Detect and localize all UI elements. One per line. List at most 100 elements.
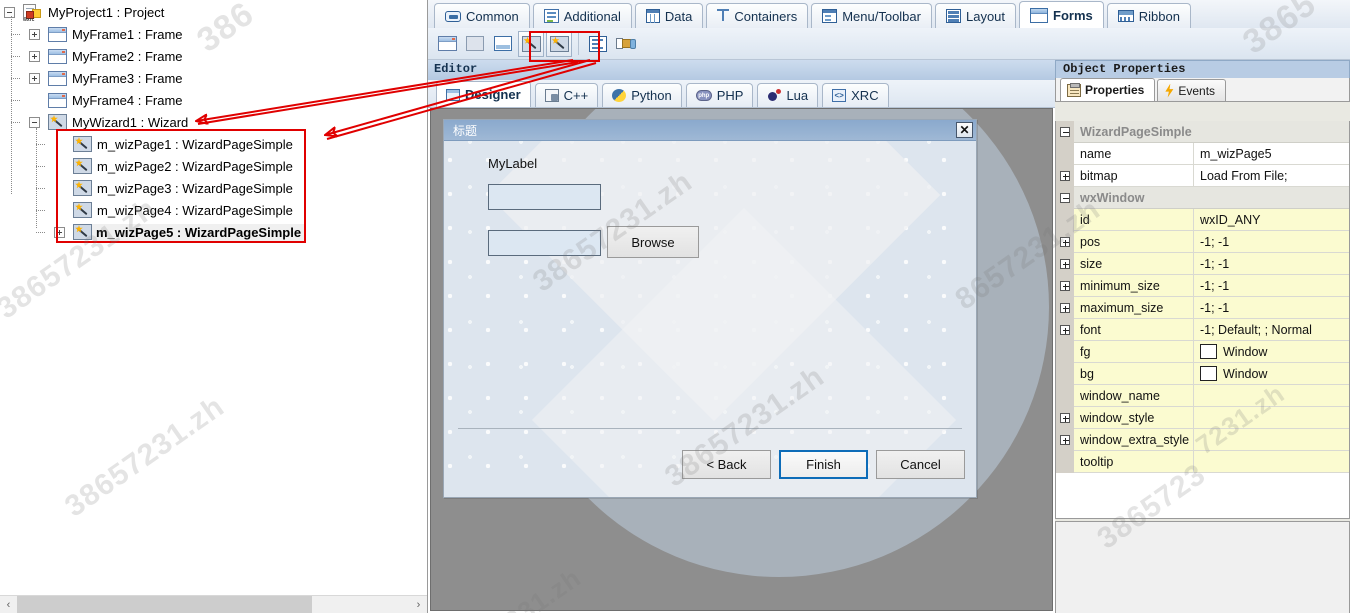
property-row[interactable]: id wxID_ANY xyxy=(1056,209,1349,231)
tree-item-m_wizpage2[interactable]: m_wizPage2 : WizardPageSimple xyxy=(54,155,293,177)
scrollbar-thumb[interactable] xyxy=(17,596,312,613)
property-value[interactable] xyxy=(1194,451,1349,473)
property-value[interactable] xyxy=(1194,407,1349,429)
collapse-icon[interactable] xyxy=(29,116,40,128)
property-value[interactable]: m_wizPage5 xyxy=(1194,143,1349,165)
property-value[interactable] xyxy=(1194,429,1349,451)
property-value[interactable]: Window xyxy=(1194,341,1349,363)
expand-icon[interactable] xyxy=(1060,170,1070,181)
cancel-button[interactable]: Cancel xyxy=(876,450,965,479)
editor-tab-lua[interactable]: Lua xyxy=(757,83,819,107)
property-row[interactable]: size -1; -1 xyxy=(1056,253,1349,275)
palette-tab-forms[interactable]: Forms xyxy=(1019,1,1104,28)
expand-icon[interactable] xyxy=(1060,302,1070,313)
property-row[interactable]: fg Window xyxy=(1056,341,1349,363)
back-button[interactable]: < Back xyxy=(682,450,771,479)
tree-item-mywizard1[interactable]: MyWizard1 : Wizard xyxy=(29,111,188,133)
property-row[interactable]: maximum_size -1; -1 xyxy=(1056,297,1349,319)
tree-item-m_wizpage4[interactable]: m_wizPage4 : WizardPageSimple xyxy=(54,199,293,221)
frame-tool[interactable] xyxy=(434,31,460,57)
property-value[interactable]: -1; -1 xyxy=(1194,253,1349,275)
editor-tab-xrc[interactable]: <> XRC xyxy=(822,83,889,107)
browse-button[interactable]: Browse xyxy=(607,226,699,258)
palette-toolbar[interactable] xyxy=(428,28,1350,60)
expand-icon[interactable] xyxy=(29,72,40,84)
property-value[interactable] xyxy=(1194,385,1349,407)
expand-icon[interactable] xyxy=(54,226,65,238)
property-row[interactable]: font -1; Default; ; Normal xyxy=(1056,319,1349,341)
tree-item-myframe3[interactable]: MyFrame3 : Frame xyxy=(29,67,183,89)
tree-horizontal-scrollbar[interactable]: ‹ › xyxy=(0,595,427,613)
object-properties-panel[interactable]: Object Properties Properties Events Wizar… xyxy=(1055,60,1350,613)
property-row[interactable]: window_extra_style xyxy=(1056,429,1349,451)
expand-icon[interactable] xyxy=(29,28,40,40)
tree-item-myframe4[interactable]: MyFrame4 : Frame xyxy=(29,89,183,111)
tree-list-tool[interactable] xyxy=(585,31,611,57)
collapse-icon[interactable] xyxy=(1060,126,1070,137)
palette-tab-ribbon[interactable]: Ribbon xyxy=(1106,3,1191,28)
tree-item-myframe2[interactable]: MyFrame2 : Frame xyxy=(29,45,183,67)
tree-item-m_wizpage3[interactable]: m_wizPage3 : WizardPageSimple xyxy=(54,177,293,199)
object-properties-tabbar[interactable]: Properties Events xyxy=(1055,78,1350,102)
object-tree-panel[interactable]: wxrc MyProject1 : Project MyFrame1 : Frame… xyxy=(0,0,428,613)
wizard-page-tool[interactable] xyxy=(546,30,572,57)
property-row[interactable]: tooltip xyxy=(1056,451,1349,473)
dialog-tool[interactable] xyxy=(490,31,516,57)
property-row[interactable]: bg Window xyxy=(1056,363,1349,385)
property-value[interactable]: -1; -1 xyxy=(1194,275,1349,297)
expand-icon[interactable] xyxy=(1060,236,1070,247)
collapse-icon[interactable] xyxy=(1060,192,1070,203)
editor-tab-php[interactable]: php PHP xyxy=(685,83,754,107)
property-row[interactable]: WizardPageSimple xyxy=(1056,121,1349,143)
project-tool[interactable] xyxy=(613,31,639,57)
text-field-1[interactable] xyxy=(488,184,601,210)
expand-icon[interactable] xyxy=(1060,434,1070,445)
property-value[interactable]: -1; -1 xyxy=(1194,231,1349,253)
property-row[interactable]: wxWindow xyxy=(1056,187,1349,209)
color-swatch[interactable] xyxy=(1200,344,1217,359)
designer-canvas[interactable]: 标题 ✕ MyLabel Browse < Back Finish Cancel xyxy=(430,108,1053,611)
palette-tab-additional[interactable]: Additional xyxy=(532,3,632,28)
palette-tabbar[interactable]: Common Additional Data Containers Menu/Toolb… xyxy=(428,0,1350,28)
text-field-2[interactable] xyxy=(488,230,601,256)
property-value[interactable]: wxID_ANY xyxy=(1194,209,1349,231)
scroll-left-arrow-icon[interactable]: ‹ xyxy=(0,596,17,613)
expand-icon[interactable] xyxy=(1060,324,1070,335)
palette-tab-containers[interactable]: Containers xyxy=(706,3,809,28)
wizard-preview-dialog[interactable]: 标题 ✕ MyLabel Browse < Back Finish Cancel xyxy=(443,119,977,498)
tree-item-m_wizpage5[interactable]: m_wizPage5 : WizardPageSimple xyxy=(54,221,306,243)
tree-item-myproject1[interactable]: wxrc MyProject1 : Project xyxy=(4,1,164,23)
property-value[interactable]: -1; -1 xyxy=(1194,297,1349,319)
property-value[interactable]: Window xyxy=(1194,363,1349,385)
op-tab-properties[interactable]: Properties xyxy=(1060,78,1156,101)
tree-item-myframe1[interactable]: MyFrame1 : Frame xyxy=(29,23,183,45)
property-value[interactable]: Load From File; xyxy=(1194,165,1349,187)
wizard-tool[interactable] xyxy=(518,30,544,57)
property-row[interactable]: pos -1; -1 xyxy=(1056,231,1349,253)
tree-item-m_wizpage1[interactable]: m_wizPage1 : WizardPageSimple xyxy=(54,133,293,155)
property-row[interactable]: bitmap Load From File; xyxy=(1056,165,1349,187)
scrollbar-track[interactable] xyxy=(312,596,410,613)
property-value[interactable]: -1; Default; ; Normal xyxy=(1194,319,1349,341)
palette-tab-data[interactable]: Data xyxy=(634,3,704,28)
editor-tab-python[interactable]: Python xyxy=(602,83,682,107)
expand-icon[interactable] xyxy=(29,50,40,62)
property-row[interactable]: window_name xyxy=(1056,385,1349,407)
palette-tab-menu-toolbar[interactable]: Menu/Toolbar xyxy=(811,3,932,28)
component-palette[interactable]: Common Additional Data Containers Menu/Toolb… xyxy=(428,0,1350,60)
color-swatch[interactable] xyxy=(1200,366,1217,381)
finish-button[interactable]: Finish xyxy=(779,450,868,479)
editor-tabbar[interactable]: Designer C++ Python php PHP Lua <> XRC xyxy=(428,80,1055,108)
editor-tab-designer[interactable]: Designer xyxy=(436,81,531,107)
property-grid[interactable]: WizardPageSimple name m_wizPage5 bitmap Load… xyxy=(1055,121,1350,519)
expand-icon[interactable] xyxy=(1060,280,1070,291)
op-tab-events[interactable]: Events xyxy=(1157,79,1227,101)
scroll-right-arrow-icon[interactable]: › xyxy=(410,596,427,613)
palette-tab-common[interactable]: Common xyxy=(434,3,530,28)
expand-icon[interactable] xyxy=(1060,258,1070,269)
expand-icon[interactable] xyxy=(1060,412,1070,423)
property-row[interactable]: window_style xyxy=(1056,407,1349,429)
property-row[interactable]: name m_wizPage5 xyxy=(1056,143,1349,165)
collapse-icon[interactable] xyxy=(4,6,15,18)
palette-tab-layout[interactable]: Layout xyxy=(934,3,1017,28)
